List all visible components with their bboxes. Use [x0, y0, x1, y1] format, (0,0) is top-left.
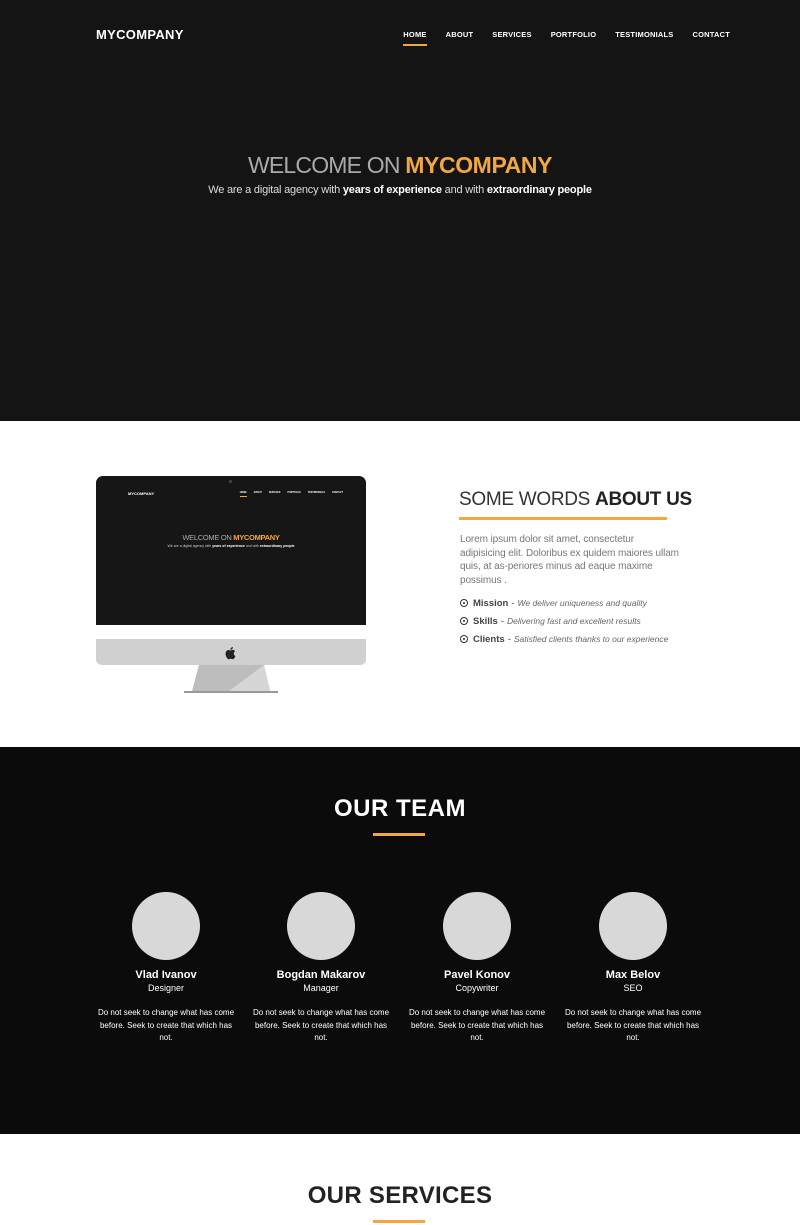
about-section: MYCOMPANY HOME ABOUT SERVICES PORTFOLIO … [0, 421, 800, 747]
member-desc: Do not seek to change what has come befo… [97, 1008, 235, 1042]
nav-contact[interactable]: CONTACT [692, 30, 730, 46]
imac-screen: MYCOMPANY HOME ABOUT SERVICES PORTFOLIO … [96, 476, 366, 625]
list-item: Clients - Satisfied clients thanks to ou… [460, 630, 668, 648]
team-member: Max Belov SEO Do not seek to change what… [563, 892, 703, 1045]
avatar [132, 892, 200, 960]
member-name: Bogdan Makarov [276, 969, 366, 981]
mini-hero-title: WELCOME ON MYCOMPANY [96, 533, 366, 542]
hero-subtitle-bold: years of experience [342, 184, 442, 196]
member-name: Vlad Ivanov [135, 969, 197, 981]
member-desc: Do not seek to change what has come befo… [564, 1008, 702, 1042]
nav-home[interactable]: HOME [403, 30, 427, 46]
check-circle-icon [460, 617, 468, 625]
check-circle-icon [460, 635, 468, 643]
mini-brand: MYCOMPANY [128, 491, 155, 496]
member-desc: Do not seek to change what has come befo… [408, 1008, 546, 1042]
camera-dot [229, 480, 232, 483]
avatar [287, 892, 355, 960]
hero-subtitle-bold: extraordinary people [486, 184, 592, 196]
services-title: OUR SERVICES [307, 1182, 493, 1209]
item-desc: Satisfied clients thanks to our experien… [513, 634, 669, 644]
item-desc: Delivering fast and excellent results [507, 616, 641, 626]
services-title-underline [373, 1220, 425, 1223]
team-member: Bogdan Makarov Manager Do not seek to ch… [251, 892, 391, 1045]
imac-stand [184, 665, 278, 693]
about-title: SOME WORDS ABOUT US [459, 489, 692, 511]
team-member: Pavel Konov Copywriter Do not seek to ch… [407, 892, 547, 1045]
item-desc: We deliver uniqueness and quality [517, 598, 647, 608]
mini-nav-item: CONTACT [331, 492, 343, 494]
mini-nav-item: HOME [239, 492, 247, 497]
item-separator: - [500, 615, 504, 627]
mini-nav-item: ABOUT [253, 492, 262, 494]
check-circle-icon [460, 599, 468, 607]
about-title-light: SOME WORDS [459, 489, 596, 510]
main-nav: HOME ABOUT SERVICES PORTFOLIO TESTIMONIA… [384, 30, 730, 46]
avatar [599, 892, 667, 960]
team-title-underline [373, 833, 425, 836]
item-label: Skills [473, 615, 498, 627]
about-text: Lorem ipsum dolor sit amet, consectetur … [460, 534, 679, 586]
hero-title-accent: MYCOMPANY [405, 152, 553, 178]
member-name: Max Belov [605, 969, 661, 981]
team-section: OUR TEAM Vlad Ivanov Designer Do not see… [0, 747, 800, 1134]
about-title-bold: ABOUT US [595, 489, 692, 510]
hero-title: WELCOME ON MYCOMPANY [0, 152, 800, 179]
item-label: Clients [473, 633, 505, 645]
apple-icon [224, 646, 238, 660]
nav-testimonials[interactable]: TESTIMONIALS [615, 30, 673, 46]
member-role: SEO [623, 983, 643, 993]
member-role: Manager [303, 983, 339, 993]
mini-sub-bold: years of experience [212, 544, 245, 548]
item-separator: - [507, 633, 511, 645]
mini-sub-bold: extraordinary people [259, 544, 295, 548]
mini-title-prefix: WELCOME ON [182, 533, 234, 542]
hero-subtitle-part: and with [441, 184, 487, 196]
item-separator: - [511, 597, 515, 609]
team-title: OUR TEAM [334, 795, 466, 822]
member-name: Pavel Konov [443, 969, 511, 981]
mini-hero-subtitle: We are a digital agency with years of ex… [96, 544, 366, 548]
mini-sub-part: We are a digital agency with [167, 544, 213, 548]
mini-sub-part: and with [244, 544, 260, 548]
mini-nav: HOME ABOUT SERVICES PORTFOLIO TESTIMONIA… [233, 492, 343, 497]
list-item: Skills - Delivering fast and excellent r… [460, 612, 668, 630]
mini-title-accent: MYCOMPANY [233, 533, 280, 542]
nav-services[interactable]: SERVICES [492, 30, 531, 46]
nav-portfolio[interactable]: PORTFOLIO [551, 30, 597, 46]
member-role: Designer [147, 983, 185, 993]
hero-subtitle: We are a digital agency with years of ex… [0, 184, 800, 196]
about-list: Mission - We deliver uniqueness and qual… [460, 594, 668, 648]
list-item: Mission - We deliver uniqueness and qual… [460, 594, 668, 612]
imac-bezel [96, 625, 366, 639]
member-role: Copywriter [455, 983, 499, 993]
nav-about[interactable]: ABOUT [446, 30, 474, 46]
avatar [443, 892, 511, 960]
mini-nav-item: TESTIMONIALS [307, 492, 325, 494]
about-title-underline [459, 517, 667, 520]
hero-section: MYCOMPANY HOME ABOUT SERVICES PORTFOLIO … [0, 0, 800, 421]
item-label: Mission [473, 597, 509, 609]
team-member: Vlad Ivanov Designer Do not seek to chan… [96, 892, 236, 1045]
member-desc: Do not seek to change what has come befo… [252, 1008, 390, 1042]
hero-subtitle-part: We are a digital agency with [208, 184, 343, 196]
mini-nav-item: SERVICES [268, 492, 281, 494]
services-section: OUR SERVICES [0, 1134, 800, 1225]
hero-title-prefix: WELCOME ON [247, 152, 406, 178]
imac-mockup: MYCOMPANY HOME ABOUT SERVICES PORTFOLIO … [96, 476, 366, 693]
brand-logo[interactable]: MYCOMPANY [96, 27, 184, 42]
mini-nav-item: PORTFOLIO [287, 492, 301, 494]
